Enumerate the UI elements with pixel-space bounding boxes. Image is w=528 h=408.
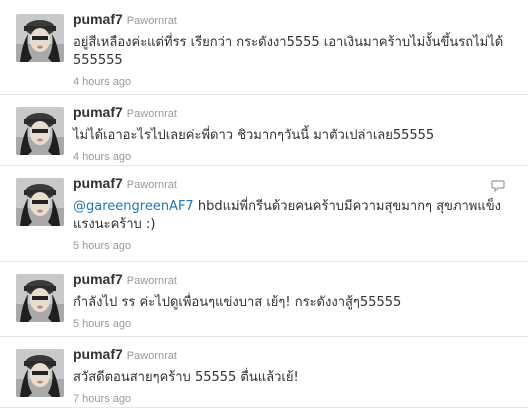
timestamp-link[interactable]: 7 hours ago bbox=[73, 393, 131, 405]
timestamp-link[interactable]: 4 hours ago bbox=[73, 76, 131, 88]
tweet-text-content: กำลังไป รร ค่ะไปดูเพื่อนๆแข่งบาส เย้ๆ! ก… bbox=[73, 295, 402, 310]
tweet-text-content: ไม่ได้เอาอะไรไปเลยค่ะพี่ดาว ชิวมากๆวันนี… bbox=[73, 128, 435, 143]
full-name: Pawornrat bbox=[126, 350, 177, 362]
avatar[interactable] bbox=[16, 14, 64, 62]
tweet-text: @gareengreenAF7 hbdแม่พี่กรีนด้วยคนคร้าบ… bbox=[73, 198, 512, 234]
user-photo-icon bbox=[16, 178, 64, 226]
tweet-item: pumaf7 Pawornrat อยู่สีเหลืองค่ะแต่ที่รร … bbox=[0, 0, 528, 95]
tweet-text: อยู่สีเหลืองค่ะแต่ที่รร เรียกว่า กระดังง… bbox=[73, 34, 512, 70]
user-photo-icon bbox=[16, 274, 64, 322]
avatar[interactable] bbox=[16, 178, 64, 226]
tweet-timeline: pumaf7 Pawornrat อยู่สีเหลืองค่ะแต่ที่รร … bbox=[0, 0, 528, 408]
user-photo-icon bbox=[16, 14, 64, 62]
screen-name-link[interactable]: pumaf7 bbox=[73, 271, 123, 287]
screen-name-link[interactable]: pumaf7 bbox=[73, 175, 123, 191]
full-name: Pawornrat bbox=[126, 179, 177, 191]
avatar[interactable] bbox=[16, 107, 64, 155]
timestamp-link[interactable]: 4 hours ago bbox=[73, 151, 131, 163]
mention-link[interactable]: @gareengreenAF7 bbox=[73, 199, 194, 214]
tweet-item: pumaf7 Pawornrat ไม่ได้เอาอะไรไปเลยค่ะพี่… bbox=[0, 95, 528, 166]
tweet-text: กำลังไป รร ค่ะไปดูเพื่อนๆแข่งบาส เย้ๆ! ก… bbox=[73, 294, 512, 312]
full-name: Pawornrat bbox=[126, 15, 177, 27]
screen-name-link[interactable]: pumaf7 bbox=[73, 11, 123, 27]
tweet-text: สวัสดีตอนสายๆคร้าบ 55555 ตื่นแล้วเย้! bbox=[73, 369, 512, 387]
user-photo-icon bbox=[16, 349, 64, 397]
screen-name-link[interactable]: pumaf7 bbox=[73, 104, 123, 120]
avatar[interactable] bbox=[16, 349, 64, 397]
tweet-item: pumaf7 Pawornrat @gareengreenAF7 hbdแม่พี… bbox=[0, 166, 528, 262]
tweet-text-content: อยู่สีเหลืองค่ะแต่ที่รร เรียกว่า กระดังง… bbox=[73, 35, 504, 68]
tweet-item: pumaf7 Pawornrat กำลังไป รร ค่ะไปดูเพื่อน… bbox=[0, 262, 528, 337]
reply-bubble-icon[interactable] bbox=[491, 180, 505, 192]
user-photo-icon bbox=[16, 107, 64, 155]
timestamp-link[interactable]: 5 hours ago bbox=[73, 318, 131, 330]
timestamp-link[interactable]: 5 hours ago bbox=[73, 240, 131, 252]
tweet-text: ไม่ได้เอาอะไรไปเลยค่ะพี่ดาว ชิวมากๆวันนี… bbox=[73, 127, 512, 145]
tweet-item: pumaf7 Pawornrat สวัสดีตอนสายๆคร้าบ 55555… bbox=[0, 337, 528, 408]
screen-name-link[interactable]: pumaf7 bbox=[73, 346, 123, 362]
tweet-text-content: สวัสดีตอนสายๆคร้าบ 55555 ตื่นแล้วเย้! bbox=[73, 370, 299, 385]
full-name: Pawornrat bbox=[126, 108, 177, 120]
full-name: Pawornrat bbox=[126, 275, 177, 287]
avatar[interactable] bbox=[16, 274, 64, 322]
